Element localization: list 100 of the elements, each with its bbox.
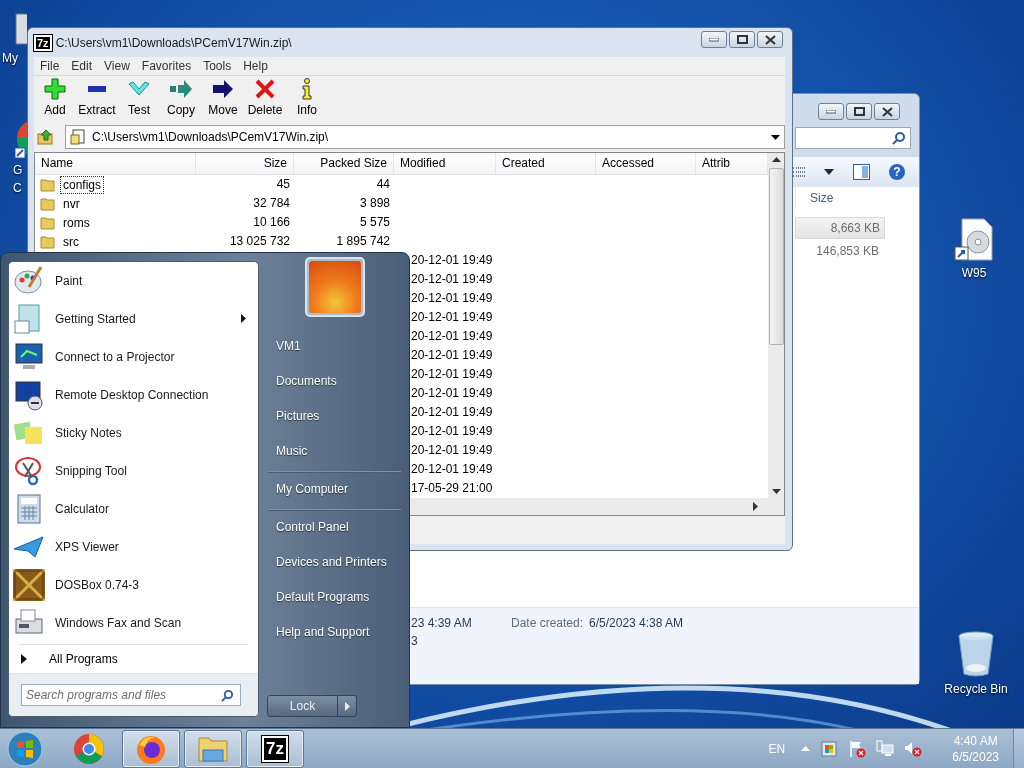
modified-cell: 20-12-01 19:49 — [411, 253, 493, 267]
menu-item[interactable]: File — [34, 59, 66, 73]
program-item[interactable]: XPS Viewer — [9, 528, 258, 566]
view-options-icon[interactable] — [791, 166, 805, 178]
dropdown-caret-icon[interactable] — [824, 169, 834, 175]
taskbar-explorer-button[interactable] — [184, 729, 242, 768]
menu-item[interactable]: Favorites — [135, 59, 198, 73]
program-item[interactable]: Sticky Notes — [9, 414, 258, 452]
modified-cell: 20-12-01 19:49 — [411, 424, 493, 438]
arrow-icon — [211, 77, 235, 101]
program-item[interactable]: Windows Fax and Scan — [9, 604, 258, 642]
scroll-right-icon[interactable] — [753, 502, 758, 511]
menu-item[interactable]: View — [98, 59, 136, 73]
taskbar-archiver-button[interactable]: 7z — [246, 729, 304, 768]
all-programs-item[interactable]: All Programs — [9, 645, 258, 673]
program-item[interactable]: DOSBox 0.74-3 — [9, 566, 258, 604]
column-header[interactable]: Packed Size — [294, 153, 394, 174]
power-options-button[interactable] — [338, 695, 357, 717]
modified-cell: 20-12-01 19:49 — [411, 386, 493, 400]
flag-icon[interactable] — [848, 739, 867, 758]
start-menu-link[interactable]: Documents — [268, 364, 401, 399]
start-menu-link[interactable]: Control Panel — [268, 509, 401, 545]
minimize-icon — [826, 109, 836, 114]
scroll-up-icon[interactable] — [771, 157, 781, 162]
folder-up-icon[interactable] — [37, 129, 55, 145]
toolbar-extract-button[interactable]: Extract — [76, 77, 118, 123]
modified-cell: 20-12-01 19:49 — [411, 348, 493, 362]
close-button[interactable] — [757, 31, 783, 48]
minimize-button[interactable] — [701, 31, 727, 48]
close-icon — [881, 106, 893, 117]
address-bar[interactable]: C:\Users\vm1\Downloads\PCemV17Win.zip\ — [65, 125, 785, 149]
toolbar-delete-button[interactable]: Delete — [244, 77, 286, 123]
search-field[interactable] — [795, 127, 911, 149]
start-menu-link[interactable]: My Computer — [268, 471, 401, 507]
column-header[interactable]: Size — [795, 187, 919, 209]
scrollbar-thumb[interactable] — [768, 168, 784, 345]
toolbar-info-button[interactable]: Info — [286, 77, 328, 123]
menu-item[interactable]: Help — [237, 59, 274, 73]
start-menu-link[interactable]: Devices and Printers — [268, 545, 401, 580]
desktop-icon-label: My — [2, 50, 18, 66]
menu-item[interactable]: Edit — [65, 59, 99, 73]
lock-button[interactable]: Lock — [267, 695, 338, 717]
toolbar-move-button[interactable]: Move — [202, 77, 244, 123]
search-icon — [892, 131, 906, 145]
preview-pane-icon[interactable] — [853, 164, 870, 180]
file-size-cell-text: 146,853 KB — [815, 243, 880, 260]
size-cell: 10 166 — [253, 215, 290, 229]
size-cell: 13 025 732 — [229, 234, 290, 248]
vertical-scrollbar[interactable] — [768, 153, 784, 498]
modified-cell: 20-12-01 19:49 — [411, 443, 493, 457]
modified-cell: 20-12-01 19:49 — [411, 462, 493, 476]
program-item[interactable]: Getting Started — [9, 300, 258, 338]
user-picture[interactable] — [304, 257, 365, 317]
start-menu-link[interactable]: VM1 — [268, 329, 401, 364]
maximize-button[interactable] — [729, 31, 755, 48]
toolbar-add-button[interactable]: Add — [34, 77, 76, 123]
column-header[interactable]: Size — [196, 153, 294, 174]
start-menu-link[interactable]: Help and Support — [268, 615, 401, 650]
column-header[interactable]: Name — [35, 153, 196, 174]
file-name[interactable]: src — [60, 232, 82, 251]
close-button[interactable] — [874, 103, 900, 120]
desktop-icon-label: C — [13, 180, 22, 196]
disc-image-icon[interactable] — [954, 218, 994, 262]
column-header[interactable]: Modified — [394, 153, 496, 174]
start-menu-link[interactable]: Music — [268, 434, 401, 469]
column-header[interactable]: Created — [496, 153, 596, 174]
menu-item[interactable]: Tools — [197, 59, 238, 73]
program-item[interactable]: Snipping Tool — [9, 452, 258, 490]
toolbar-test-button[interactable]: Test — [118, 77, 160, 123]
packed-size-cell: 44 — [376, 177, 390, 191]
modified-cell: 20-12-01 19:49 — [411, 405, 493, 419]
minimize-button[interactable] — [818, 103, 844, 120]
start-menu-link[interactable]: Default Programs — [268, 580, 401, 615]
modified-cell: 20-12-01 19:49 — [411, 329, 493, 343]
column-header[interactable]: Accessed — [596, 153, 696, 174]
help-button[interactable]: ? — [889, 164, 905, 180]
file-name[interactable]: roms — [60, 213, 93, 232]
toolbar-copy-button[interactable]: Copy — [160, 77, 202, 123]
maximize-button[interactable] — [846, 103, 872, 120]
close-icon — [764, 34, 776, 45]
file-name[interactable]: nvr — [60, 194, 83, 213]
detail-value: 23 4:39 AM — [411, 615, 472, 632]
dropdown-caret-icon[interactable] — [771, 134, 780, 140]
packed-size-cell: 3 898 — [359, 196, 390, 210]
program-item[interactable]: Remote Desktop Connection — [9, 376, 258, 414]
tray-app-icon[interactable] — [820, 739, 839, 758]
delete-icon — [253, 77, 277, 101]
size-cell: 45 — [276, 177, 290, 191]
file-name[interactable]: configs — [60, 175, 105, 194]
minimize-icon — [709, 37, 719, 42]
start-menu-link[interactable]: Pictures — [268, 399, 401, 434]
program-item[interactable]: Calculator — [9, 490, 258, 528]
program-item[interactable]: Connect to a Projector — [9, 338, 258, 376]
packed-size-cell: 5 575 — [359, 215, 390, 229]
recycle-bin-icon[interactable] — [957, 630, 995, 678]
paint-icon — [13, 265, 45, 297]
program-item[interactable]: Paint — [9, 262, 258, 300]
taskbar-firefox-button[interactable] — [122, 729, 180, 768]
scroll-down-icon[interactable] — [771, 489, 781, 494]
search-field[interactable]: Search programs and files — [21, 684, 241, 706]
